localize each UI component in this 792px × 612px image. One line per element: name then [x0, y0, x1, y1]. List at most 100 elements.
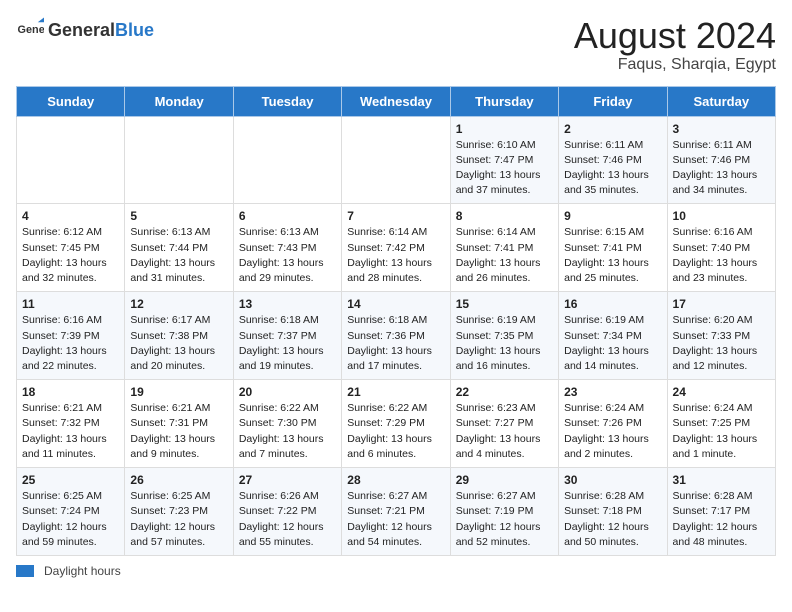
day-number: 19 [130, 385, 227, 399]
cell-content: Sunrise: 6:12 AMSunset: 7:45 PMDaylight:… [22, 225, 119, 286]
cell-content: Sunrise: 6:21 AMSunset: 7:32 PMDaylight:… [22, 401, 119, 462]
cell-content: Sunrise: 6:11 AMSunset: 7:46 PMDaylight:… [673, 138, 770, 199]
calendar-cell: 17 Sunrise: 6:20 AMSunset: 7:33 PMDayligh… [667, 292, 775, 380]
day-number: 10 [673, 209, 770, 223]
logo-icon: General [16, 16, 44, 44]
cell-content: Sunrise: 6:16 AMSunset: 7:39 PMDaylight:… [22, 313, 119, 374]
calendar-cell: 21 Sunrise: 6:22 AMSunset: 7:29 PMDayligh… [342, 380, 450, 468]
calendar-cell: 25 Sunrise: 6:25 AMSunset: 7:24 PMDayligh… [17, 468, 125, 556]
calendar-cell: 4 Sunrise: 6:12 AMSunset: 7:45 PMDaylight… [17, 204, 125, 292]
day-number: 20 [239, 385, 336, 399]
daylight-label: Daylight hours [44, 564, 121, 578]
calendar-table: SundayMondayTuesdayWednesdayThursdayFrid… [16, 86, 776, 556]
title-area: August 2024 Faqus, Sharqia, Egypt [574, 16, 776, 74]
logo-blue: Blue [115, 20, 154, 40]
calendar-cell: 3Sunrise: 6:11 AMSunset: 7:46 PMDaylight… [667, 116, 775, 204]
col-header-tuesday: Tuesday [233, 86, 341, 116]
svg-text:General: General [18, 24, 44, 36]
calendar-cell: 11 Sunrise: 6:16 AMSunset: 7:39 PMDayligh… [17, 292, 125, 380]
day-number: 6 [239, 209, 336, 223]
cell-content: Sunrise: 6:22 AMSunset: 7:29 PMDaylight:… [347, 401, 444, 462]
week-row-5: 25 Sunrise: 6:25 AMSunset: 7:24 PMDayligh… [17, 468, 776, 556]
calendar-cell: 2Sunrise: 6:11 AMSunset: 7:46 PMDaylight… [559, 116, 667, 204]
calendar-cell: 27 Sunrise: 6:26 AMSunset: 7:22 PMDayligh… [233, 468, 341, 556]
day-number: 11 [22, 297, 119, 311]
cell-content: Sunrise: 6:23 AMSunset: 7:27 PMDaylight:… [456, 401, 553, 462]
week-row-4: 18 Sunrise: 6:21 AMSunset: 7:32 PMDayligh… [17, 380, 776, 468]
calendar-cell: 16 Sunrise: 6:19 AMSunset: 7:34 PMDayligh… [559, 292, 667, 380]
footer-note: Daylight hours [16, 564, 776, 578]
day-number: 17 [673, 297, 770, 311]
days-header-row: SundayMondayTuesdayWednesdayThursdayFrid… [17, 86, 776, 116]
cell-content: Sunrise: 6:18 AMSunset: 7:37 PMDaylight:… [239, 313, 336, 374]
calendar-cell: 30 Sunrise: 6:28 AMSunset: 7:18 PMDayligh… [559, 468, 667, 556]
calendar-cell: 19 Sunrise: 6:21 AMSunset: 7:31 PMDayligh… [125, 380, 233, 468]
calendar-cell: 13 Sunrise: 6:18 AMSunset: 7:37 PMDayligh… [233, 292, 341, 380]
day-number: 27 [239, 473, 336, 487]
calendar-cell: 24Sunrise: 6:24 AMSunset: 7:25 PMDayligh… [667, 380, 775, 468]
calendar-cell [342, 116, 450, 204]
week-row-1: 1 Sunrise: 6:10 AMSunset: 7:47 PMDaylight… [17, 116, 776, 204]
day-number: 30 [564, 473, 661, 487]
calendar-cell: 14Sunrise: 6:18 AMSunset: 7:36 PMDayligh… [342, 292, 450, 380]
day-number: 4 [22, 209, 119, 223]
calendar-cell: 10Sunrise: 6:16 AMSunset: 7:40 PMDayligh… [667, 204, 775, 292]
day-number: 16 [564, 297, 661, 311]
calendar-cell: 20 Sunrise: 6:22 AMSunset: 7:30 PMDayligh… [233, 380, 341, 468]
day-number: 25 [22, 473, 119, 487]
calendar-cell: 22Sunrise: 6:23 AMSunset: 7:27 PMDayligh… [450, 380, 558, 468]
day-number: 2 [564, 122, 661, 136]
cell-content: Sunrise: 6:27 AMSunset: 7:21 PMDaylight:… [347, 489, 444, 550]
calendar-cell: 23 Sunrise: 6:24 AMSunset: 7:26 PMDayligh… [559, 380, 667, 468]
day-number: 26 [130, 473, 227, 487]
cell-content: Sunrise: 6:19 AMSunset: 7:34 PMDaylight:… [564, 313, 661, 374]
cell-content: Sunrise: 6:25 AMSunset: 7:24 PMDaylight:… [22, 489, 119, 550]
main-title: August 2024 [574, 16, 776, 56]
cell-content: Sunrise: 6:15 AMSunset: 7:41 PMDaylight:… [564, 225, 661, 286]
cell-content: Sunrise: 6:13 AMSunset: 7:43 PMDaylight:… [239, 225, 336, 286]
cell-content: Sunrise: 6:21 AMSunset: 7:31 PMDaylight:… [130, 401, 227, 462]
calendar-cell [17, 116, 125, 204]
day-number: 28 [347, 473, 444, 487]
col-header-wednesday: Wednesday [342, 86, 450, 116]
day-number: 31 [673, 473, 770, 487]
week-row-3: 11 Sunrise: 6:16 AMSunset: 7:39 PMDayligh… [17, 292, 776, 380]
day-number: 13 [239, 297, 336, 311]
week-row-2: 4 Sunrise: 6:12 AMSunset: 7:45 PMDaylight… [17, 204, 776, 292]
calendar-cell: 5Sunrise: 6:13 AMSunset: 7:44 PMDaylight… [125, 204, 233, 292]
header: General GeneralBlue August 2024 Faqus, S… [16, 16, 776, 74]
calendar-cell: 28 Sunrise: 6:27 AMSunset: 7:21 PMDayligh… [342, 468, 450, 556]
calendar-cell [125, 116, 233, 204]
cell-content: Sunrise: 6:22 AMSunset: 7:30 PMDaylight:… [239, 401, 336, 462]
day-number: 23 [564, 385, 661, 399]
col-header-friday: Friday [559, 86, 667, 116]
cell-content: Sunrise: 6:10 AMSunset: 7:47 PMDaylight:… [456, 138, 553, 199]
cell-content: Sunrise: 6:28 AMSunset: 7:17 PMDaylight:… [673, 489, 770, 550]
cell-content: Sunrise: 6:26 AMSunset: 7:22 PMDaylight:… [239, 489, 336, 550]
day-number: 14 [347, 297, 444, 311]
day-number: 18 [22, 385, 119, 399]
day-number: 12 [130, 297, 227, 311]
col-header-sunday: Sunday [17, 86, 125, 116]
cell-content: Sunrise: 6:19 AMSunset: 7:35 PMDaylight:… [456, 313, 553, 374]
day-number: 21 [347, 385, 444, 399]
day-number: 1 [456, 122, 553, 136]
cell-content: Sunrise: 6:24 AMSunset: 7:26 PMDaylight:… [564, 401, 661, 462]
cell-content: Sunrise: 6:14 AMSunset: 7:41 PMDaylight:… [456, 225, 553, 286]
cell-content: Sunrise: 6:28 AMSunset: 7:18 PMDaylight:… [564, 489, 661, 550]
calendar-cell: 29Sunrise: 6:27 AMSunset: 7:19 PMDayligh… [450, 468, 558, 556]
col-header-thursday: Thursday [450, 86, 558, 116]
col-header-monday: Monday [125, 86, 233, 116]
cell-content: Sunrise: 6:20 AMSunset: 7:33 PMDaylight:… [673, 313, 770, 374]
day-number: 24 [673, 385, 770, 399]
calendar-cell: 8Sunrise: 6:14 AMSunset: 7:41 PMDaylight… [450, 204, 558, 292]
logo: General GeneralBlue [16, 16, 154, 44]
calendar-cell: 9Sunrise: 6:15 AMSunset: 7:41 PMDaylight… [559, 204, 667, 292]
cell-content: Sunrise: 6:14 AMSunset: 7:42 PMDaylight:… [347, 225, 444, 286]
calendar-cell: 6 Sunrise: 6:13 AMSunset: 7:43 PMDaylight… [233, 204, 341, 292]
calendar-cell: 1 Sunrise: 6:10 AMSunset: 7:47 PMDaylight… [450, 116, 558, 204]
day-number: 7 [347, 209, 444, 223]
cell-content: Sunrise: 6:17 AMSunset: 7:38 PMDaylight:… [130, 313, 227, 374]
cell-content: Sunrise: 6:27 AMSunset: 7:19 PMDaylight:… [456, 489, 553, 550]
calendar-cell: 7 Sunrise: 6:14 AMSunset: 7:42 PMDaylight… [342, 204, 450, 292]
